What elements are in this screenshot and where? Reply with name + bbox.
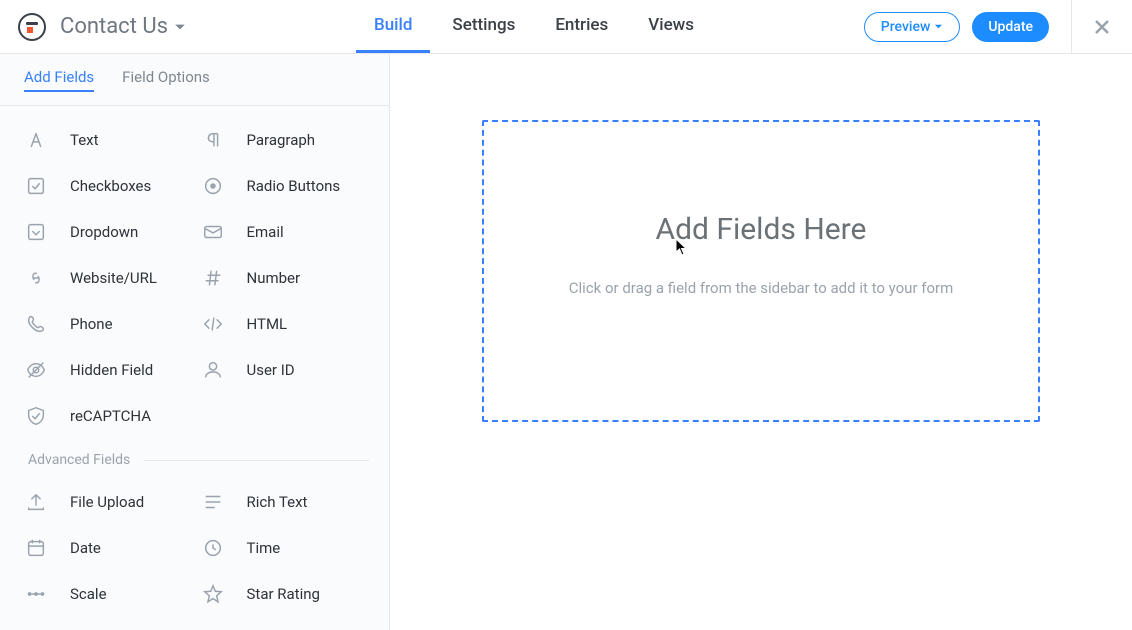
- field-label: Star Rating: [247, 585, 320, 603]
- tab-views[interactable]: Views: [630, 0, 712, 53]
- field-item-radio[interactable]: Radio Buttons: [201, 174, 372, 198]
- field-label: Email: [247, 223, 284, 241]
- field-item-user-id[interactable]: User ID: [201, 358, 372, 382]
- sidebar-tab-add-fields[interactable]: Add Fields: [24, 68, 94, 92]
- hash-icon: [201, 266, 225, 290]
- form-canvas: Add Fields Here Click or drag a field fr…: [390, 54, 1132, 630]
- top-bar-left: Contact Us: [0, 0, 186, 53]
- field-item-email[interactable]: Email: [201, 220, 372, 244]
- field-label: Website/URL: [70, 269, 157, 287]
- app-logo-icon[interactable]: [18, 13, 46, 41]
- field-label: Hidden Field: [70, 361, 153, 379]
- advanced-fields-heading: Advanced Fields: [0, 438, 389, 476]
- field-item-website[interactable]: Website/URL: [24, 266, 195, 290]
- field-label: Checkboxes: [70, 177, 151, 195]
- field-item-rich-text[interactable]: Rich Text: [201, 490, 372, 514]
- field-item-recaptcha[interactable]: reCAPTCHA: [24, 404, 195, 428]
- tab-entries[interactable]: Entries: [537, 0, 626, 53]
- upload-icon: [24, 490, 48, 514]
- eye-off-icon: [24, 358, 48, 382]
- field-item-text[interactable]: Text: [24, 128, 195, 152]
- field-item-time[interactable]: Time: [201, 536, 372, 560]
- close-icon: [1094, 19, 1110, 35]
- text-icon: [24, 128, 48, 152]
- caret-down-icon: [934, 22, 943, 31]
- field-label: File Upload: [70, 493, 144, 511]
- user-icon: [201, 358, 225, 382]
- sidebar: Add Fields Field Options Text Paragraph …: [0, 54, 390, 630]
- field-label: Rich Text: [247, 493, 308, 511]
- field-label: Scale: [70, 585, 107, 603]
- field-label: Radio Buttons: [247, 177, 341, 195]
- field-label: HTML: [247, 315, 288, 333]
- clock-icon: [201, 536, 225, 560]
- field-item-dropdown[interactable]: Dropdown: [24, 220, 195, 244]
- field-item-html[interactable]: HTML: [201, 312, 372, 336]
- field-label: reCAPTCHA: [70, 407, 151, 425]
- sidebar-tab-field-options[interactable]: Field Options: [122, 68, 210, 92]
- field-label: Time: [247, 539, 281, 557]
- rich-text-icon: [201, 490, 225, 514]
- sidebar-tabs: Add Fields Field Options: [0, 54, 389, 106]
- divider: [144, 460, 369, 461]
- field-label: Date: [70, 539, 101, 557]
- field-item-hidden[interactable]: Hidden Field: [24, 358, 195, 382]
- advanced-fields-grid: File Upload Rich Text Date Time Scale St…: [0, 476, 389, 616]
- dropdown-icon: [24, 220, 48, 244]
- field-item-number[interactable]: Number: [201, 266, 372, 290]
- primary-tabs: Build Settings Entries Views: [356, 0, 712, 53]
- code-icon: [201, 312, 225, 336]
- field-item-star[interactable]: Star Rating: [201, 582, 372, 606]
- drop-zone-subtitle: Click or drag a field from the sidebar t…: [569, 279, 954, 297]
- update-button[interactable]: Update: [972, 12, 1049, 42]
- field-item-upload[interactable]: File Upload: [24, 490, 195, 514]
- top-bar-right: Preview Update: [864, 0, 1132, 53]
- field-label: Text: [70, 131, 99, 149]
- radio-icon: [201, 174, 225, 198]
- builder-body: Add Fields Field Options Text Paragraph …: [0, 54, 1132, 630]
- field-label: Dropdown: [70, 223, 138, 241]
- field-label: Paragraph: [247, 131, 316, 149]
- basic-fields-grid: Text Paragraph Checkboxes Radio Buttons …: [0, 106, 389, 438]
- calendar-icon: [24, 536, 48, 560]
- field-item-date[interactable]: Date: [24, 536, 195, 560]
- form-title: Contact Us: [60, 14, 168, 39]
- scale-icon: [24, 582, 48, 606]
- drop-zone[interactable]: Add Fields Here Click or drag a field fr…: [482, 120, 1040, 422]
- paragraph-icon: [201, 128, 225, 152]
- caret-down-icon: [174, 21, 186, 33]
- phone-icon: [24, 312, 48, 336]
- field-item-scale[interactable]: Scale: [24, 582, 195, 606]
- field-label: Number: [247, 269, 301, 287]
- field-item-phone[interactable]: Phone: [24, 312, 195, 336]
- field-item-checkboxes[interactable]: Checkboxes: [24, 174, 195, 198]
- form-title-dropdown[interactable]: Contact Us: [60, 14, 186, 39]
- tab-settings[interactable]: Settings: [434, 0, 533, 53]
- field-item-paragraph[interactable]: Paragraph: [201, 128, 372, 152]
- top-bar: Contact Us Build Settings Entries Views …: [0, 0, 1132, 54]
- star-icon: [201, 582, 225, 606]
- checkbox-icon: [24, 174, 48, 198]
- preview-button[interactable]: Preview: [864, 12, 961, 42]
- drop-zone-title: Add Fields Here: [656, 212, 867, 247]
- shield-icon: [24, 404, 48, 428]
- field-label: User ID: [247, 361, 295, 379]
- tab-build[interactable]: Build: [356, 0, 430, 53]
- field-label: Phone: [70, 315, 113, 333]
- email-icon: [201, 220, 225, 244]
- link-icon: [24, 266, 48, 290]
- close-button[interactable]: [1071, 0, 1132, 53]
